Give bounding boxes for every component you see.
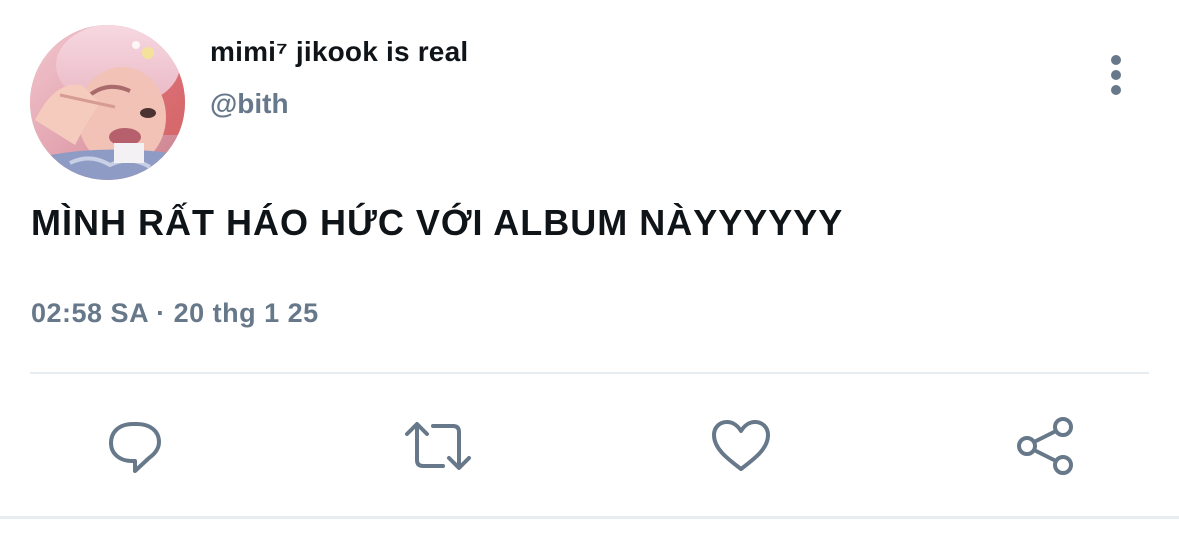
like-button[interactable]	[706, 414, 776, 478]
more-vertical-icon	[1111, 55, 1121, 95]
display-name[interactable]: mimi⁷ jikook is real	[210, 36, 468, 68]
retweet-icon	[405, 422, 471, 470]
reply-icon	[109, 422, 161, 473]
divider	[30, 372, 1149, 374]
divider-bottom	[0, 516, 1179, 519]
avatar[interactable]	[30, 25, 185, 180]
heart-icon	[712, 420, 770, 471]
user-handle[interactable]: @bith	[210, 88, 289, 120]
tweet-time[interactable]: 02:58 SA	[31, 298, 148, 328]
tweet-meta: 02:58 SA · 20 thg 1 25	[31, 298, 319, 329]
tweet-card: mimi⁷ jikook is real @bith MÌNH RẤT HÁO …	[0, 0, 1179, 537]
share-icon	[1017, 417, 1073, 475]
tweet-date[interactable]: 20 thg 1 25	[174, 298, 319, 328]
meta-separator: ·	[156, 298, 166, 328]
share-button[interactable]	[1010, 414, 1080, 478]
tweet-text: MÌNH RẤT HÁO HỨC VỚI ALBUM NÀYYYYYY	[31, 202, 844, 243]
retweet-button[interactable]	[403, 414, 473, 478]
more-options-button[interactable]	[1096, 52, 1136, 98]
reply-button[interactable]	[100, 414, 170, 478]
